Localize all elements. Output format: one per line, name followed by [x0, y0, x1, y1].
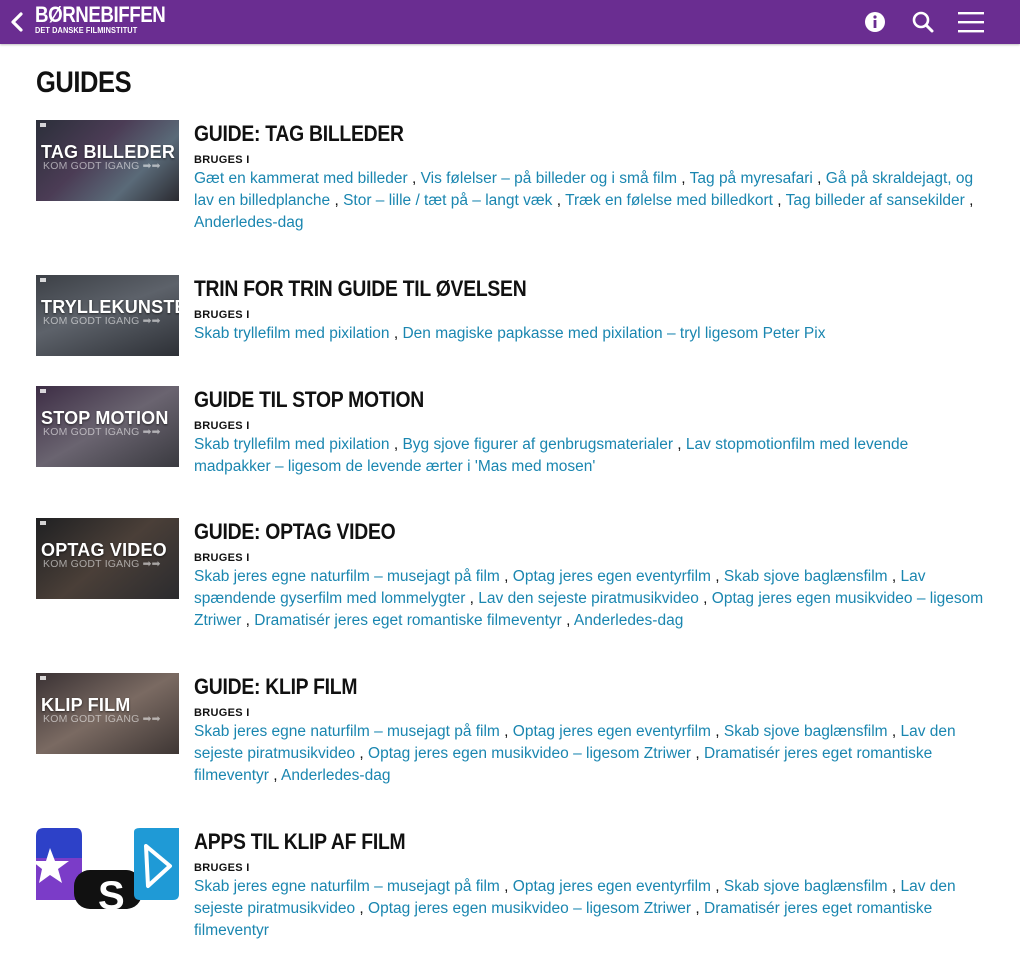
double-arrow-icon: ➡➡ [142, 315, 161, 327]
page-title: GUIDES [36, 66, 132, 99]
exercise-link[interactable]: Skab tryllefilm med pixilation [194, 436, 390, 453]
guide-title[interactable]: GUIDE: TAG BILLEDER [194, 122, 404, 146]
used-in-label: BRUGES I [194, 309, 250, 321]
exercise-links: Skab jeres egne naturfilm – musejagt på … [194, 568, 984, 629]
top-bar: BØRNEBIFFEN DET DANSKE FILMINSTITUT [0, 0, 1020, 44]
exercise-link[interactable]: Skab sjove baglænsfilm [724, 723, 888, 740]
corner-mark-icon [40, 521, 46, 525]
thumbnail-sublabel: KOM GODT IGANG ➡➡ [43, 426, 161, 438]
exercise-link[interactable]: Skab jeres egne naturfilm – musejagt på … [194, 568, 500, 585]
back-button[interactable] [6, 9, 28, 35]
exercise-link[interactable]: Vis følelser – på billeder og i små film [421, 170, 677, 187]
exercise-link[interactable]: Skab jeres egne naturfilm – musejagt på … [194, 878, 500, 895]
info-button[interactable] [860, 7, 890, 37]
thumbnail-sublabel: KOM GODT IGANG ➡➡ [43, 558, 161, 570]
guide-info: APPS TIL KLIP AF FILM BRUGES I Skab jeres … [194, 828, 984, 942]
corner-mark-icon [40, 278, 46, 282]
app-icons-graphic: S [36, 828, 179, 909]
exercise-link[interactable]: Skab sjove baglænsfilm [724, 878, 888, 895]
exercise-link[interactable]: Dramatisér jeres eget romantiske filmeve… [254, 612, 562, 629]
exercise-links: Gæt en kammerat med billeder , Vis følel… [194, 170, 974, 231]
guide-info: GUIDE TIL STOP MOTION BRUGES I Skab trylle… [194, 386, 984, 478]
exercise-link[interactable]: Optag jeres egen musikvideo – ligesom Zt… [368, 900, 691, 917]
corner-mark-icon [40, 389, 46, 393]
used-in-label: BRUGES I [194, 707, 250, 719]
exercise-link[interactable]: Tag billeder af sansekilder [786, 192, 965, 209]
guide-item: S APPS TIL KLIP AF FILM BRUGES I Skab jeres… [36, 828, 984, 942]
info-icon [865, 12, 885, 32]
exercise-link[interactable]: Anderledes-dag [194, 214, 303, 231]
guide-thumbnail[interactable]: S [36, 828, 179, 909]
exercise-link[interactable]: Skab tryllefilm med pixilation [194, 325, 390, 342]
menu-icon [958, 12, 984, 33]
exercise-link[interactable]: Skab jeres egne naturfilm – musejagt på … [194, 723, 500, 740]
exercise-links: Skab tryllefilm med pixilation , Den mag… [194, 325, 826, 342]
used-in-label: BRUGES I [194, 862, 250, 874]
exercise-link[interactable]: Optag jeres egen eventyrfilm [513, 568, 711, 585]
guide-thumbnail[interactable]: STOP MOTION KOM GODT IGANG ➡➡ [36, 386, 179, 467]
double-arrow-icon: ➡➡ [142, 558, 161, 570]
brand-subtitle: DET DANSKE FILMINSTITUT [35, 26, 138, 35]
guide-thumbnail[interactable]: TRYLLEKUNSTERENKOM GODT IGANG ➡➡ [36, 275, 179, 356]
guide-item: TRYLLEKUNSTERENKOM GODT IGANG ➡➡TRIN FOR… [36, 275, 984, 356]
chevron-left-icon [11, 12, 23, 32]
exercise-link[interactable]: Optag jeres egen eventyrfilm [513, 723, 711, 740]
exercise-link[interactable]: Stor – lille / tæt på – langt væk [343, 192, 552, 209]
exercise-link[interactable]: Optag jeres egen eventyrfilm [513, 878, 711, 895]
guide-thumbnail[interactable]: TAG BILLEDER KOM GODT IGANG ➡➡ [36, 120, 179, 201]
svg-text:S: S [98, 874, 125, 909]
used-in-label: BRUGES I [194, 154, 250, 166]
guide-thumbnail[interactable]: KLIP FILM KOM GODT IGANG ➡➡ [36, 673, 179, 754]
guide-title[interactable]: GUIDE: OPTAG VIDEO [194, 520, 396, 544]
double-arrow-icon: ➡➡ [142, 426, 161, 438]
menu-button[interactable] [956, 7, 986, 37]
double-arrow-icon: ➡➡ [142, 713, 161, 725]
exercise-link[interactable]: Lav den sejeste piratmusikvideo [478, 590, 699, 607]
exercise-links: Skab jeres egne naturfilm – musejagt på … [194, 723, 956, 784]
exercise-link[interactable]: Anderledes-dag [281, 767, 390, 784]
thumbnail-sublabel: KOM GODT IGANG ➡➡ [43, 713, 161, 725]
guide-info: TRIN FOR TRIN GUIDE TIL ØVELSEN BRUGES I S… [194, 275, 984, 356]
exercise-link[interactable]: Byg sjove figurer af genbrugsmaterialer [402, 436, 673, 453]
exercise-link[interactable]: Gæt en kammerat med billeder [194, 170, 408, 187]
thumbnail-sublabel: KOM GODT IGANG ➡➡ [43, 160, 161, 172]
guide-item: KLIP FILM KOM GODT IGANG ➡➡ GUIDE: KLIP FI… [36, 673, 984, 787]
exercise-link[interactable]: Anderledes-dag [574, 612, 683, 629]
guide-title[interactable]: GUIDE: KLIP FILM [194, 675, 357, 699]
guide-item: STOP MOTION KOM GODT IGANG ➡➡ GUIDE TIL ST… [36, 386, 984, 478]
brand-logo[interactable]: BØRNEBIFFEN DET DANSKE FILMINSTITUT [35, 4, 188, 35]
brand-name: BØRNEBIFFEN [35, 2, 166, 27]
guide-item: TAG BILLEDER KOM GODT IGANG ➡➡ GUIDE: TAG … [36, 120, 984, 234]
corner-mark-icon [40, 123, 46, 127]
guide-title[interactable]: APPS TIL KLIP AF FILM [194, 830, 406, 854]
guide-title[interactable]: TRIN FOR TRIN GUIDE TIL ØVELSEN [194, 277, 527, 301]
guide-info: GUIDE: TAG BILLEDER BRUGES I Gæt en kammer… [194, 120, 984, 234]
exercise-link[interactable]: Træk en følelse med billedkort [565, 192, 773, 209]
search-icon [912, 11, 934, 33]
exercise-link[interactable]: Optag jeres egen musikvideo – ligesom Zt… [368, 745, 691, 762]
used-in-label: BRUGES I [194, 420, 250, 432]
guide-thumbnail[interactable]: OPTAG VIDEO KOM GODT IGANG ➡➡ [36, 518, 179, 599]
double-arrow-icon: ➡➡ [142, 160, 161, 172]
thumbnail-sublabel: KOM GODT IGANG ➡➡ [43, 315, 161, 327]
search-button[interactable] [908, 7, 938, 37]
guide-title[interactable]: GUIDE TIL STOP MOTION [194, 388, 424, 412]
guide-info: GUIDE: OPTAG VIDEO BRUGES I Skab jeres egn… [194, 518, 984, 632]
guide-item: OPTAG VIDEO KOM GODT IGANG ➡➡ GUIDE: OPTAG… [36, 518, 984, 632]
guide-info: GUIDE: KLIP FILM BRUGES I Skab jeres egne … [194, 673, 984, 787]
corner-mark-icon [40, 676, 46, 680]
used-in-label: BRUGES I [194, 552, 250, 564]
exercise-link[interactable]: Skab sjove baglænsfilm [724, 568, 888, 585]
exercise-link[interactable]: Tag på myresafari [690, 170, 813, 187]
exercise-links: Skab tryllefilm med pixilation , Byg sjo… [194, 436, 909, 475]
exercise-links: Skab jeres egne naturfilm – musejagt på … [194, 878, 956, 939]
exercise-link[interactable]: Den magiske papkasse med pixilation – tr… [402, 325, 825, 342]
